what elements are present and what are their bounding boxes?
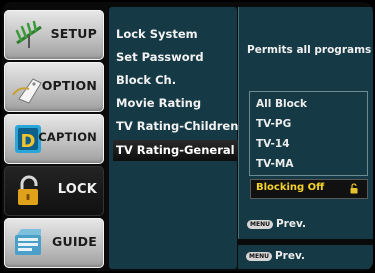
blocking-status[interactable]: Blocking Off (250, 179, 368, 199)
option-tv-14[interactable]: TV-14 (256, 138, 290, 150)
nav-option[interactable]: OPTION (4, 62, 104, 112)
submenu-tv-rating-general[interactable]: TV Rating-General (113, 140, 238, 161)
nav-label: GUIDE (52, 234, 97, 249)
antenna-icon (15, 20, 42, 48)
nav-lock[interactable]: LOCK (4, 166, 104, 216)
screen-frame: SETUP OPTION D CAPTION LOCK GUIDE Lock S… (2, 2, 373, 271)
nav-guide[interactable]: GUIDE (4, 218, 104, 268)
main-menu: SETUP OPTION D CAPTION LOCK GUIDE (4, 7, 107, 269)
svg-text:D: D (21, 131, 36, 152)
nav-label: CAPTION (38, 130, 97, 144)
menu-key-icon: MENU (246, 251, 272, 261)
lock-submenu: Lock System Set Password Block Ch. Movie… (109, 7, 238, 269)
padlock-icon (18, 175, 38, 205)
submenu-block-channel[interactable]: Block Ch. (113, 70, 238, 91)
menu-key-icon: MENU (247, 219, 273, 229)
rating-options-list: All Block TV-PG TV-14 TV-MA (249, 91, 368, 176)
option-all-block[interactable]: All Block (256, 98, 307, 110)
footer-prev-hint: MENU Prev. (246, 250, 305, 262)
prev-label: Prev. (274, 250, 305, 262)
guide-icon (15, 229, 41, 255)
option-tv-ma[interactable]: TV-MA (256, 158, 293, 170)
nav-label: LOCK (57, 182, 97, 197)
submenu-lock-system[interactable]: Lock System (113, 24, 238, 45)
rating-options-panel: Permits all programs All Block TV-PG TV-… (238, 7, 373, 239)
tv-menu-screen: SETUP OPTION D CAPTION LOCK GUIDE Lock S… (0, 0, 375, 273)
nav-label: OPTION (41, 78, 97, 93)
unlocked-icon (350, 183, 358, 194)
footer-bar: MENU Prev. (238, 245, 373, 269)
panel-title: Permits all programs (247, 44, 372, 56)
nav-caption[interactable]: D CAPTION (4, 114, 104, 164)
submenu-set-password[interactable]: Set Password (113, 47, 238, 68)
submenu-tv-rating-children[interactable]: TV Rating-Children (113, 116, 238, 137)
prev-label: Prev. (275, 218, 306, 230)
panel-prev-hint: MENU Prev. (247, 218, 306, 230)
nav-setup[interactable]: SETUP (4, 10, 104, 60)
option-tv-pg[interactable]: TV-PG (256, 118, 291, 130)
nav-label: SETUP (50, 26, 97, 41)
blocking-label: Blocking Off (256, 182, 325, 193)
submenu-movie-rating[interactable]: Movie Rating (113, 93, 238, 114)
